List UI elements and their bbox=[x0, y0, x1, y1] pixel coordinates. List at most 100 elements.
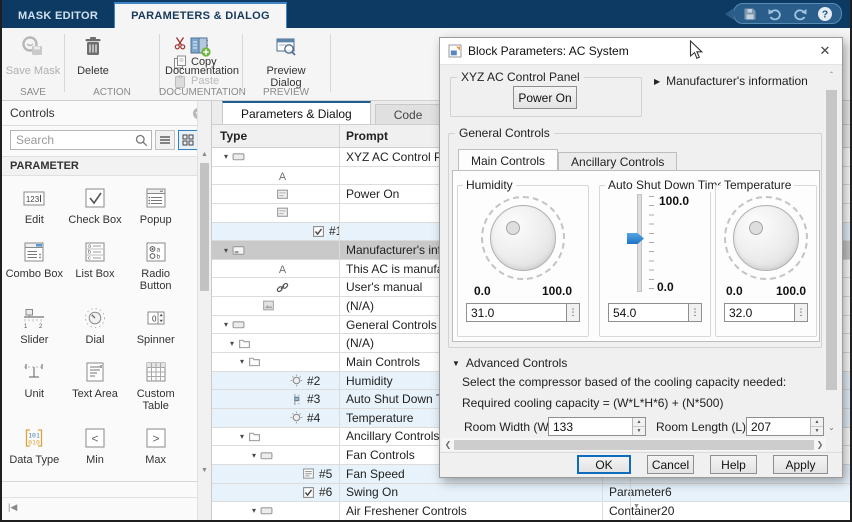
expander-icon[interactable]: ▾ bbox=[236, 432, 248, 441]
controls-panel-scrollbar-horizontal[interactable]: |◀ bbox=[2, 497, 197, 517]
controls-panel-scrollbar-vertical[interactable]: ▲ ▼ bbox=[197, 101, 211, 520]
save-icon[interactable] bbox=[742, 6, 758, 22]
expander-icon[interactable]: ▾ bbox=[220, 320, 232, 329]
preview-dialog-button[interactable]: Preview Dialog bbox=[251, 33, 321, 89]
control-item-check-box[interactable]: Check Box bbox=[65, 183, 126, 229]
room-width-field[interactable]: 133 ▲▼ bbox=[548, 417, 646, 436]
type-cell[interactable]: ▾ bbox=[212, 316, 339, 334]
control-item-slider[interactable]: 12Slider bbox=[4, 303, 65, 349]
type-cell[interactable]: ▾ bbox=[212, 428, 339, 446]
control-item-spinner[interactable]: 0Spinner bbox=[125, 303, 186, 349]
control-item-custom-table[interactable]: Custom Table bbox=[125, 357, 186, 415]
dialog-scrollbar[interactable]: ˆ ⌄ bbox=[825, 69, 838, 434]
scrollbar-thumb[interactable] bbox=[200, 163, 209, 291]
table-row[interactable]: ▾Air Freshener ControlsContainer20 bbox=[212, 502, 850, 520]
room-width-spinner[interactable]: ▲▼ bbox=[632, 418, 645, 435]
control-item-dial[interactable]: Dial bbox=[65, 303, 126, 349]
type-cell[interactable]: A bbox=[212, 260, 339, 278]
shutdown-slider[interactable]: 100.0 0.0 bbox=[615, 192, 695, 294]
tab-parameters-dialog[interactable]: PARAMETERS & DIALOG bbox=[114, 2, 287, 28]
control-item-min[interactable]: <Min bbox=[65, 423, 126, 469]
type-cell[interactable]: #6 bbox=[212, 484, 339, 502]
type-cell[interactable]: #4 bbox=[212, 409, 339, 427]
advanced-controls-disclosure[interactable]: ▼ Advanced Controls bbox=[452, 356, 567, 370]
spin-down-icon[interactable]: ▼ bbox=[811, 427, 823, 435]
help-button[interactable]: Help bbox=[710, 455, 757, 474]
spin-up-icon[interactable]: ▲ bbox=[811, 418, 823, 427]
h-scroll-right-icon[interactable]: ❯ bbox=[814, 440, 826, 449]
control-item-combo-box[interactable]: Combo Box bbox=[4, 237, 65, 295]
dial-knob[interactable] bbox=[490, 205, 556, 271]
control-item-text-area[interactable]: Text Area bbox=[65, 357, 126, 415]
expander-icon[interactable]: ▾ bbox=[226, 339, 238, 348]
room-length-spinner[interactable]: ▲▼ bbox=[810, 418, 823, 435]
type-cell[interactable]: ▾ bbox=[212, 148, 339, 166]
grid-view-button[interactable] bbox=[178, 130, 198, 150]
type-cell[interactable] bbox=[212, 204, 339, 222]
help-icon[interactable]: ? bbox=[817, 6, 833, 22]
name-cell[interactable]: Parameter6 bbox=[602, 484, 630, 502]
type-cell[interactable]: #1 bbox=[212, 223, 339, 241]
type-cell[interactable]: #5 bbox=[212, 465, 339, 483]
spin-up-icon[interactable]: ▲ bbox=[633, 418, 645, 427]
dialog-scrollbar-horizontal[interactable]: ❮ ❯ bbox=[442, 438, 826, 451]
control-item-data-type[interactable]: 101010Data Type bbox=[4, 423, 65, 469]
redo-icon[interactable] bbox=[792, 6, 808, 22]
type-cell[interactable]: #3 bbox=[212, 390, 339, 408]
type-cell[interactable]: ▾ bbox=[212, 241, 339, 259]
column-header-type[interactable]: Type bbox=[212, 125, 339, 147]
name-cell[interactable]: Container20 bbox=[602, 502, 630, 520]
table-row[interactable]: #6Swing OnParameter6 bbox=[212, 484, 850, 503]
control-item-edit[interactable]: 123Edit bbox=[4, 183, 65, 229]
tab-ancillary-controls[interactable]: Ancillary Controls bbox=[558, 152, 677, 171]
control-item-max[interactable]: >Max bbox=[125, 423, 186, 469]
apply-button[interactable]: Apply bbox=[773, 455, 828, 474]
humidity-dial[interactable] bbox=[481, 196, 565, 280]
type-cell[interactable] bbox=[212, 185, 339, 203]
expander-icon[interactable]: ▾ bbox=[236, 357, 248, 366]
close-icon[interactable]: ✕ bbox=[816, 42, 834, 60]
list-view-button[interactable] bbox=[155, 130, 175, 150]
type-cell[interactable]: #2 bbox=[212, 372, 339, 390]
tab-mask-editor[interactable]: MASK EDITOR bbox=[2, 4, 114, 28]
type-cell[interactable]: ▾ bbox=[212, 502, 339, 520]
spin-down-icon[interactable]: ▼ bbox=[633, 427, 645, 435]
room-length-field[interactable]: 207 ▲▼ bbox=[746, 417, 824, 436]
expander-icon[interactable]: ▾ bbox=[248, 451, 260, 460]
h-scrollbar-thumb[interactable] bbox=[454, 440, 814, 450]
type-cell[interactable]: ▾ bbox=[212, 334, 339, 352]
temperature-dial[interactable] bbox=[724, 196, 808, 280]
documentation-button[interactable]: Documentation bbox=[165, 33, 235, 77]
control-item-radio-button[interactable]: abRadio Button bbox=[125, 237, 186, 295]
humidity-more-button[interactable]: ⋮ bbox=[567, 303, 580, 322]
ok-button[interactable]: OK bbox=[577, 455, 631, 474]
manufacturer-info-disclosure[interactable]: ▶ Manufacturer's information bbox=[654, 74, 808, 88]
type-cell[interactable] bbox=[212, 297, 339, 315]
power-on-button[interactable]: Power On bbox=[513, 86, 577, 109]
cancel-button[interactable]: Cancel bbox=[647, 455, 694, 474]
undo-icon[interactable] bbox=[767, 6, 783, 22]
type-cell[interactable]: ▾ bbox=[212, 353, 339, 371]
tab-code[interactable]: Code bbox=[375, 104, 442, 124]
search-input[interactable] bbox=[11, 131, 151, 149]
humidity-value-field[interactable]: 31.0 bbox=[466, 303, 567, 322]
prompt-cell[interactable]: Swing On bbox=[339, 484, 602, 502]
type-cell[interactable]: ▾ bbox=[212, 446, 339, 464]
shutdown-more-button[interactable]: ⋮ bbox=[689, 303, 702, 322]
delete-button[interactable]: Delete bbox=[58, 33, 128, 77]
shutdown-value-field[interactable]: 54.0 bbox=[608, 303, 689, 322]
type-cell[interactable] bbox=[212, 278, 339, 296]
control-item-unit[interactable]: Unit bbox=[4, 357, 65, 415]
dial-knob[interactable] bbox=[733, 205, 799, 271]
temperature-value-field[interactable]: 32.0 bbox=[724, 303, 795, 322]
table-scroll-down-icon[interactable]: ▼ bbox=[633, 503, 640, 510]
type-cell[interactable]: A bbox=[212, 167, 339, 185]
h-scroll-left-icon[interactable]: ❮ bbox=[442, 440, 454, 449]
dialog-scrollbar-thumb[interactable] bbox=[826, 90, 837, 390]
tab-parameters-and-dialog[interactable]: Parameters & Dialog bbox=[222, 101, 371, 124]
dialog-titlebar[interactable]: Block Parameters: AC System ✕ bbox=[440, 38, 842, 65]
expander-icon[interactable]: ▾ bbox=[220, 152, 232, 161]
expander-icon[interactable]: ▾ bbox=[220, 246, 232, 255]
tab-main-controls[interactable]: Main Controls bbox=[458, 149, 558, 171]
prompt-cell[interactable]: Air Freshener Controls bbox=[339, 502, 602, 520]
